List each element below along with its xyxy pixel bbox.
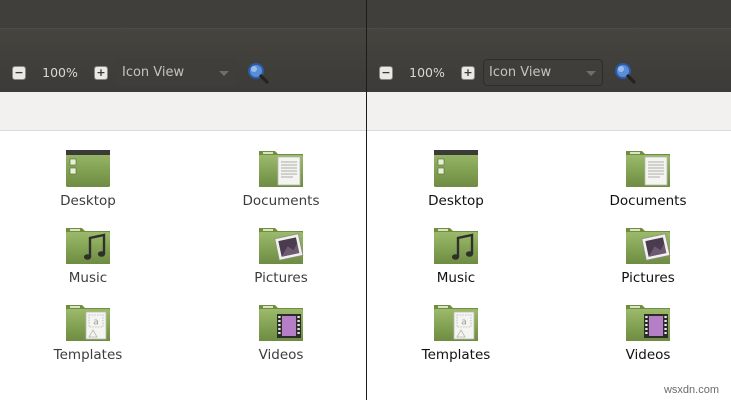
toolbar: − 100% + Icon View xyxy=(0,28,366,92)
zoom-in-button[interactable]: + xyxy=(94,65,108,80)
svg-text:a: a xyxy=(93,318,99,328)
watermark: wsxdn.com xyxy=(663,384,719,396)
view-mode-select[interactable]: Icon View xyxy=(483,59,603,86)
location-bar xyxy=(367,92,731,131)
plus-icon: + xyxy=(96,66,106,79)
folder-item-music[interactable]: Music xyxy=(23,224,153,286)
music-folder-icon xyxy=(432,224,480,266)
folder-item-desktop[interactable]: Desktop xyxy=(391,147,521,209)
view-mode-value: Icon View xyxy=(489,65,552,80)
folder-label: Videos xyxy=(625,347,671,363)
zoom-level[interactable]: 100% xyxy=(40,65,80,80)
folder-label: Templates xyxy=(53,347,123,363)
desktop-folder-icon xyxy=(66,150,110,187)
folder-item-videos[interactable]: Videos xyxy=(216,301,346,363)
folder-label: Music xyxy=(436,270,476,286)
zoom-out-button[interactable]: − xyxy=(379,65,393,80)
documents-folder-icon xyxy=(624,147,672,189)
folder-item-pictures[interactable]: Pictures xyxy=(216,224,346,286)
plus-icon: + xyxy=(463,66,473,79)
folder-label: Documents xyxy=(242,193,320,209)
zoom-in-button[interactable]: + xyxy=(461,65,475,80)
search-icon[interactable] xyxy=(246,61,270,85)
folder-label: Documents xyxy=(609,193,687,209)
folder-item-documents[interactable]: Documents xyxy=(216,147,346,209)
folder-label: Videos xyxy=(258,347,304,363)
folder-label: Pictures xyxy=(621,270,675,286)
folder-item-templates[interactable]: a Templates xyxy=(23,301,153,363)
folder-item-documents[interactable]: Documents xyxy=(583,147,713,209)
file-manager-pane-right: − 100% + Icon View Desktop Documents Mus… xyxy=(367,0,731,400)
chevron-down-icon xyxy=(586,71,596,76)
view-mode-value: Icon View xyxy=(122,65,185,80)
location-bar xyxy=(0,92,366,131)
folder-item-music[interactable]: Music xyxy=(391,224,521,286)
zoom-out-button[interactable]: − xyxy=(12,65,26,80)
folder-item-videos[interactable]: Videos xyxy=(583,301,713,363)
chevron-down-icon xyxy=(219,71,229,76)
minus-icon: − xyxy=(14,66,24,79)
view-mode-select[interactable]: Icon View xyxy=(116,59,236,86)
videos-folder-icon xyxy=(257,301,305,343)
folder-item-desktop[interactable]: Desktop xyxy=(23,147,153,209)
folder-label: Templates xyxy=(421,347,491,363)
window-titlebar xyxy=(367,0,731,28)
folder-label: Desktop xyxy=(428,193,484,209)
folder-label: Pictures xyxy=(254,270,308,286)
music-folder-icon xyxy=(64,224,112,266)
pictures-folder-icon xyxy=(624,224,671,266)
file-manager-pane-left: − 100% + Icon View Desktop Documents Mus… xyxy=(0,0,366,400)
pane-divider xyxy=(366,0,367,400)
window-titlebar xyxy=(0,0,366,28)
documents-folder-icon xyxy=(257,147,305,189)
svg-text:a: a xyxy=(461,318,467,328)
templates-folder-icon: a xyxy=(432,301,480,343)
folder-item-pictures[interactable]: Pictures xyxy=(583,224,713,286)
search-icon[interactable] xyxy=(613,61,637,85)
videos-folder-icon xyxy=(624,301,672,343)
folder-label: Desktop xyxy=(60,193,116,209)
folder-label: Music xyxy=(68,270,108,286)
minus-icon: − xyxy=(381,66,391,79)
desktop-folder-icon xyxy=(434,150,478,187)
pictures-folder-icon xyxy=(257,224,304,266)
templates-folder-icon: a xyxy=(64,301,112,343)
toolbar: − 100% + Icon View xyxy=(367,28,731,92)
folder-item-templates[interactable]: a Templates xyxy=(391,301,521,363)
zoom-level[interactable]: 100% xyxy=(407,65,447,80)
